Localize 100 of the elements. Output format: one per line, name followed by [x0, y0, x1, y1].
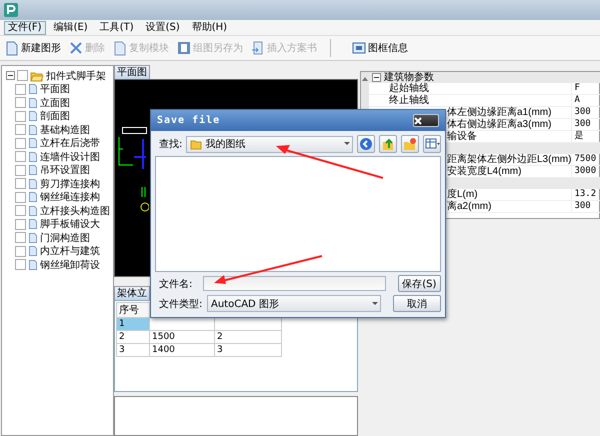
column-header: 序号: [116, 302, 150, 318]
tree-item[interactable]: 剖面图: [40, 109, 70, 124]
property-name: 离a2(mm): [447, 201, 492, 212]
checkbox[interactable]: [15, 246, 26, 257]
tab[interactable]: 平面图: [114, 65, 150, 79]
close-button[interactable]: [413, 114, 439, 127]
property-value[interactable]: 300: [571, 119, 600, 130]
document-icon: [28, 178, 38, 190]
property-value[interactable]: 是: [571, 131, 600, 142]
dialog-title: Save file: [157, 115, 220, 126]
checkbox[interactable]: [15, 259, 26, 270]
back-button[interactable]: [357, 135, 375, 153]
menu-item[interactable]: 帮助(H): [188, 20, 232, 34]
table-cell: 1: [116, 318, 150, 330]
property-name: 体右侧边缘距离a3(mm): [447, 119, 552, 130]
menu-item[interactable]: 文件(F): [4, 20, 46, 34]
toolbar-button[interactable]: 新建图形: [4, 40, 62, 56]
cancel-button[interactable]: 取消: [393, 295, 441, 312]
checkbox[interactable]: [15, 97, 26, 108]
property-name: 输设备: [447, 131, 477, 142]
property-value[interactable]: 300: [571, 201, 600, 212]
document-icon: [28, 191, 38, 204]
checkbox[interactable]: [15, 151, 26, 162]
property-value[interactable]: 13.2: [571, 189, 600, 200]
tree-item[interactable]: 平面图: [40, 82, 70, 96]
property-name: 安装宽度L4(mm): [447, 166, 522, 177]
tree-item[interactable]: 脚手板铺设大: [40, 217, 100, 232]
checkbox[interactable]: [17, 70, 28, 82]
toolbar-button[interactable]: 图框信息: [351, 40, 409, 56]
close-icon: [414, 116, 422, 124]
filetype-dropdown[interactable]: AutoCAD 图形: [207, 295, 381, 312]
property-name: 度L(m): [447, 189, 478, 200]
property-value[interactable]: 300: [571, 107, 600, 118]
document-icon: [28, 232, 38, 244]
document-icon: [5, 40, 19, 56]
property-name: 体左侧边缘距离a1(mm): [447, 107, 552, 118]
property-value[interactable]: F: [571, 83, 600, 94]
property-value[interactable]: A: [571, 95, 600, 106]
checkbox[interactable]: [15, 218, 26, 230]
tree-item[interactable]: 扣件式脚手架: [46, 68, 106, 83]
table-cell: 1500: [150, 330, 214, 344]
folder-icon: [190, 138, 202, 150]
new-folder-icon: [402, 137, 418, 151]
tree-item[interactable]: 内立杆与建筑: [40, 244, 100, 258]
tree-item[interactable]: 立杆接头构造图: [40, 204, 110, 218]
document-icon: [28, 96, 38, 109]
delete-icon: [69, 41, 83, 55]
document-icon: [28, 137, 38, 150]
tree-item[interactable]: 立杆在后浇带: [40, 136, 100, 150]
document-icon: [28, 245, 38, 258]
menu-item[interactable]: 设置(S): [142, 20, 184, 34]
property-name: 距离架体左侧外边距L3(mm): [447, 154, 572, 165]
table-cell: 3: [116, 344, 150, 356]
tree-item[interactable]: 门洞构造图: [40, 230, 90, 245]
property-value[interactable]: 7500: [571, 154, 600, 165]
scroll-up-icon: [361, 76, 369, 82]
table-cell: 2: [214, 330, 282, 344]
checkbox[interactable]: [15, 164, 26, 176]
checkbox[interactable]: [15, 192, 26, 203]
document-icon: [28, 218, 38, 230]
view-menu-icon: [424, 137, 440, 151]
menu-item[interactable]: 工具(T): [96, 20, 138, 34]
checkbox[interactable]: [15, 138, 26, 149]
tree-item[interactable]: 钢丝绳卸荷设: [40, 258, 100, 272]
frame-info-icon: [352, 41, 366, 55]
grid-save-icon: [177, 41, 191, 55]
tree-item[interactable]: 连墙件设计图: [40, 150, 100, 164]
up-folder-icon: [380, 137, 396, 151]
tree-item[interactable]: 钢丝绳连接构: [40, 190, 100, 204]
tree-item[interactable]: 立面图: [40, 96, 70, 110]
checkbox[interactable]: [15, 178, 26, 190]
tree-item[interactable]: 吊环设置图: [40, 163, 90, 178]
property-name: 终止轴线: [389, 95, 429, 106]
filename-field[interactable]: [202, 276, 386, 291]
tree-item[interactable]: 剪刀撑连接构: [40, 176, 100, 191]
document-icon: [113, 40, 127, 56]
checkbox[interactable]: [15, 205, 26, 216]
property-value[interactable]: 3000: [571, 166, 600, 177]
group-title: 建筑物参数: [384, 72, 434, 83]
new-folder-button[interactable]: [401, 135, 419, 153]
checkbox[interactable]: [15, 124, 26, 136]
document-icon: [28, 124, 38, 136]
look-in-dropdown[interactable]: 我的图纸: [186, 136, 353, 152]
save-button[interactable]: 保存(S): [398, 275, 441, 292]
view-menu-button[interactable]: [423, 135, 441, 153]
checkbox[interactable]: [15, 110, 26, 122]
property-name: 起始轴线: [389, 83, 429, 94]
collapse-icon[interactable]: [372, 73, 381, 82]
look-in-label: 查找:: [159, 138, 182, 151]
checkbox[interactable]: [15, 84, 26, 95]
up-folder-button[interactable]: [379, 135, 397, 153]
tab[interactable]: 架体立: [114, 286, 150, 300]
collapse-icon[interactable]: [6, 71, 15, 80]
menu-item[interactable]: 编辑(E): [50, 20, 92, 34]
checkbox[interactable]: [15, 232, 26, 244]
insert-document-icon: [251, 41, 265, 55]
tree-item[interactable]: 基础构造图: [40, 122, 90, 137]
filename-label: 文件名:: [159, 278, 194, 290]
back-icon: [358, 137, 374, 151]
file-list[interactable]: [155, 156, 441, 272]
